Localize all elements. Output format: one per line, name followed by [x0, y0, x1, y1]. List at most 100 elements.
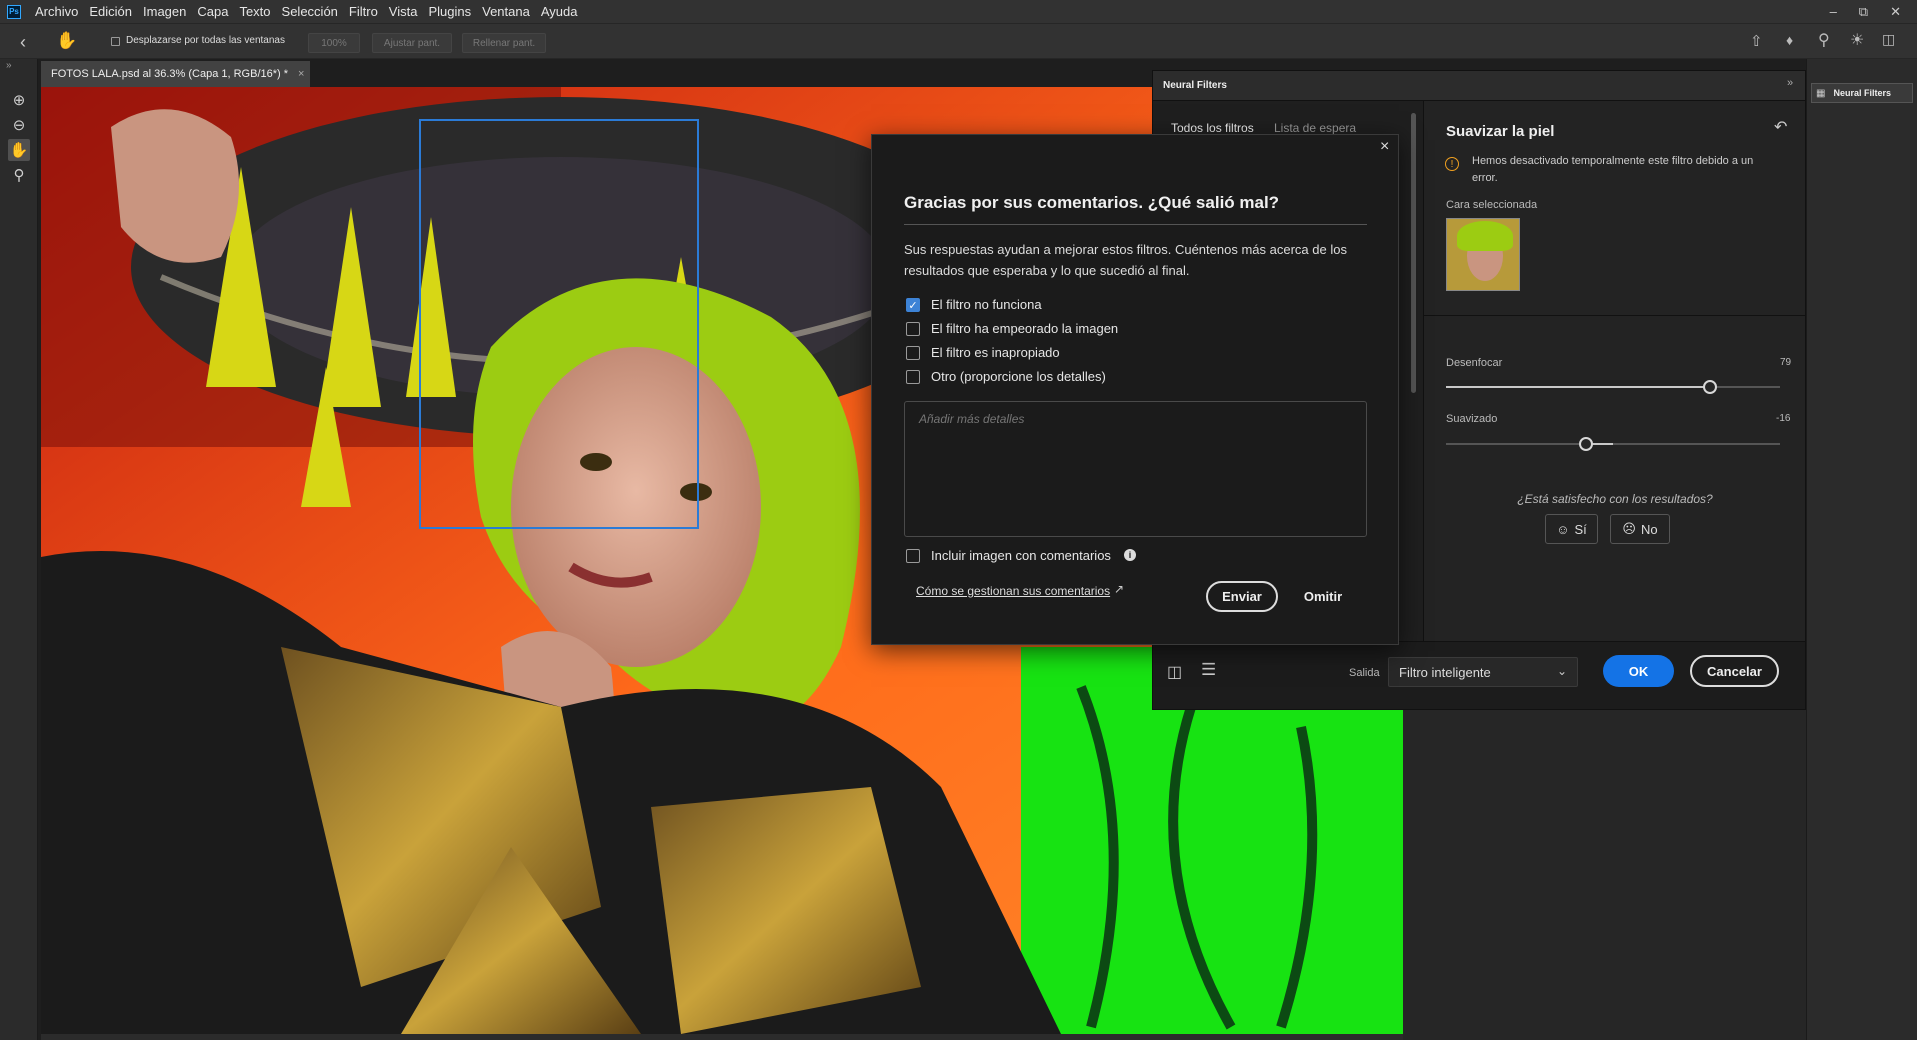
no-label: No — [1640, 521, 1658, 537]
menu-capa[interactable]: Capa — [197, 4, 228, 19]
status-bar — [41, 1034, 1403, 1040]
blur-label: Desenfocar — [1446, 357, 1503, 369]
workspace-icon[interactable]: ◫ — [1882, 31, 1895, 48]
output-select[interactable]: Filtro inteligente ⌄ — [1388, 657, 1578, 687]
menu-archivo[interactable]: Archivo — [35, 4, 78, 19]
warning-icon: ! — [1445, 157, 1459, 171]
menu-plugins[interactable]: Plugins — [428, 4, 471, 19]
smooth-slider-track[interactable] — [1446, 443, 1780, 445]
bell-icon[interactable]: ♦ — [1786, 32, 1793, 48]
tools-panel: » ⊕ ⊖ ✋ ⚲ — [0, 59, 38, 1040]
close-tab-icon[interactable]: × — [298, 68, 304, 80]
external-link-icon: ↗ — [1114, 582, 1125, 596]
satisfied-question: ¿Está satisfecho con los resultados? — [1517, 492, 1713, 506]
dialog-divider — [904, 224, 1367, 225]
menu-edicion[interactable]: Edición — [89, 4, 132, 19]
menu-seleccion[interactable]: Selección — [282, 4, 338, 19]
lightbulb-icon[interactable]: ☀ — [1850, 30, 1864, 50]
cancel-button[interactable]: Cancelar — [1690, 655, 1779, 687]
neural-filters-title: Neural Filters — [1163, 80, 1227, 91]
zoom-tool-icon[interactable]: ⚲ — [8, 164, 30, 186]
option-label-4: Otro (proporcione los detalles) — [931, 369, 1106, 384]
dialog-description: Sus respuestas ayudan a mejorar estos fi… — [904, 242, 1347, 278]
option-checkbox-1[interactable]: ✓ — [906, 298, 920, 312]
options-bar: ‹ ✋ Desplazarse por todas las ventanas 1… — [0, 23, 1917, 59]
zoom-out-icon[interactable]: ⊖ — [8, 114, 30, 136]
blur-slider-fill — [1446, 386, 1710, 388]
output-label: Salida — [1349, 667, 1380, 679]
minimize-icon[interactable]: – — [1830, 4, 1837, 19]
neural-filters-footer: ◫ ☰ Salida Filtro inteligente ⌄ OK Cance… — [1153, 641, 1805, 709]
neural-filters-dock-icon: ▦ — [1816, 87, 1826, 99]
menu-imagen[interactable]: Imagen — [143, 4, 186, 19]
fill-screen-button[interactable]: Rellenar pant. — [462, 33, 546, 53]
smooth-label: Suavizado — [1446, 413, 1498, 425]
collapse-panel-icon[interactable]: » — [1787, 77, 1793, 89]
smooth-value: -16 — [1776, 413, 1791, 424]
option-label-3: El filtro es inapropiado — [931, 345, 1060, 360]
info-icon[interactable]: i — [1124, 549, 1136, 561]
fit-screen-button[interactable]: Ajustar pant. — [372, 33, 452, 53]
face-thumbnail[interactable] — [1446, 218, 1520, 291]
zoom-100-button[interactable]: 100% — [308, 33, 360, 53]
close-dialog-icon[interactable]: × — [1380, 138, 1389, 156]
menu-vista[interactable]: Vista — [389, 4, 418, 19]
photoshop-logo-icon[interactable]: Ps — [7, 4, 21, 19]
privacy-link[interactable]: Cómo se gestionan sus comentarios — [916, 584, 1110, 598]
output-value: Filtro inteligente — [1399, 664, 1491, 680]
search-icon[interactable]: ⚲ — [1818, 30, 1830, 50]
neural-filters-header: Neural Filters » — [1153, 71, 1805, 101]
tab-all-filters[interactable]: Todos los filtros — [1171, 121, 1254, 135]
dialog-title: Gracias por sus comentarios. ¿Qué salió … — [904, 193, 1280, 212]
hand-tool-icon[interactable]: ✋ — [56, 31, 77, 51]
hand-tool-icon[interactable]: ✋ — [8, 139, 30, 161]
no-button[interactable]: ☹ No — [1610, 514, 1670, 544]
document-tab[interactable]: FOTOS LALA.psd al 36.3% (Capa 1, RGB/16*… — [41, 61, 310, 87]
frown-icon: ☹ — [1622, 521, 1636, 536]
warning-text: Hemos desactivado temporalmente este fil… — [1472, 155, 1754, 184]
layers-icon[interactable]: ☰ — [1201, 660, 1216, 680]
smile-icon: ☺ — [1556, 521, 1570, 537]
filter-list-scrollbar[interactable] — [1409, 101, 1417, 641]
neural-filters-dock-label: Neural Filters — [1833, 88, 1891, 98]
option-label-2: El filtro ha empeorado la imagen — [931, 321, 1119, 336]
share-icon[interactable]: ⇧ — [1750, 32, 1763, 50]
scroll-all-checkbox[interactable] — [111, 37, 120, 46]
skip-button[interactable]: Omitir — [1288, 581, 1358, 612]
window-controls: – ⧉ ✕ — [1830, 0, 1901, 23]
preview-toggle-icon[interactable]: ◫ — [1167, 662, 1182, 682]
filter-name: Suavizar la piel — [1446, 123, 1555, 140]
menu-texto[interactable]: Texto — [239, 4, 270, 19]
divider — [1424, 315, 1806, 316]
option-checkbox-2[interactable] — [906, 322, 920, 336]
reset-icon[interactable]: ↶ — [1774, 117, 1787, 137]
right-dock: ▦ Neural Filters — [1806, 59, 1917, 1040]
blur-slider-knob[interactable] — [1702, 380, 1717, 394]
smooth-slider-knob[interactable] — [1579, 437, 1594, 451]
yes-button[interactable]: ☺ Sí — [1545, 514, 1598, 544]
include-image-checkbox[interactable] — [906, 549, 920, 563]
menu-filtro[interactable]: Filtro — [349, 4, 378, 19]
scroll-all-label: Desplazarse por todas las ventanas — [126, 35, 285, 46]
close-window-icon[interactable]: ✕ — [1890, 4, 1901, 20]
neural-filters-dock-button[interactable]: ▦ Neural Filters — [1811, 83, 1913, 103]
option-label-1: El filtro no funciona — [931, 297, 1042, 312]
send-button[interactable]: Enviar — [1206, 581, 1278, 612]
option-checkbox-4[interactable] — [906, 370, 920, 384]
details-textarea[interactable] — [904, 401, 1367, 537]
back-arrow-icon[interactable]: ‹ — [20, 32, 26, 53]
restore-icon[interactable]: ⧉ — [1859, 4, 1868, 20]
option-checkbox-3[interactable] — [906, 346, 920, 360]
zoom-in-icon[interactable]: ⊕ — [8, 89, 30, 111]
document-title: FOTOS LALA.psd al 36.3% (Capa 1, RGB/16*… — [51, 68, 289, 80]
menu-ventana[interactable]: Ventana — [482, 4, 530, 19]
feedback-dialog: × Gracias por sus comentarios. ¿Qué sali… — [871, 134, 1399, 645]
tab-waitlist[interactable]: Lista de espera — [1274, 121, 1356, 135]
chevron-down-icon: ⌄ — [1556, 664, 1567, 678]
yes-label: Sí — [1574, 521, 1587, 537]
menu-bar: Ps Archivo Edición Imagen Capa Texto Sel… — [0, 0, 1917, 23]
ok-button[interactable]: OK — [1603, 655, 1674, 687]
panel-area — [1403, 700, 1806, 1040]
menu-ayuda[interactable]: Ayuda — [541, 4, 578, 19]
expand-toolbar-icon[interactable]: » — [6, 60, 12, 71]
